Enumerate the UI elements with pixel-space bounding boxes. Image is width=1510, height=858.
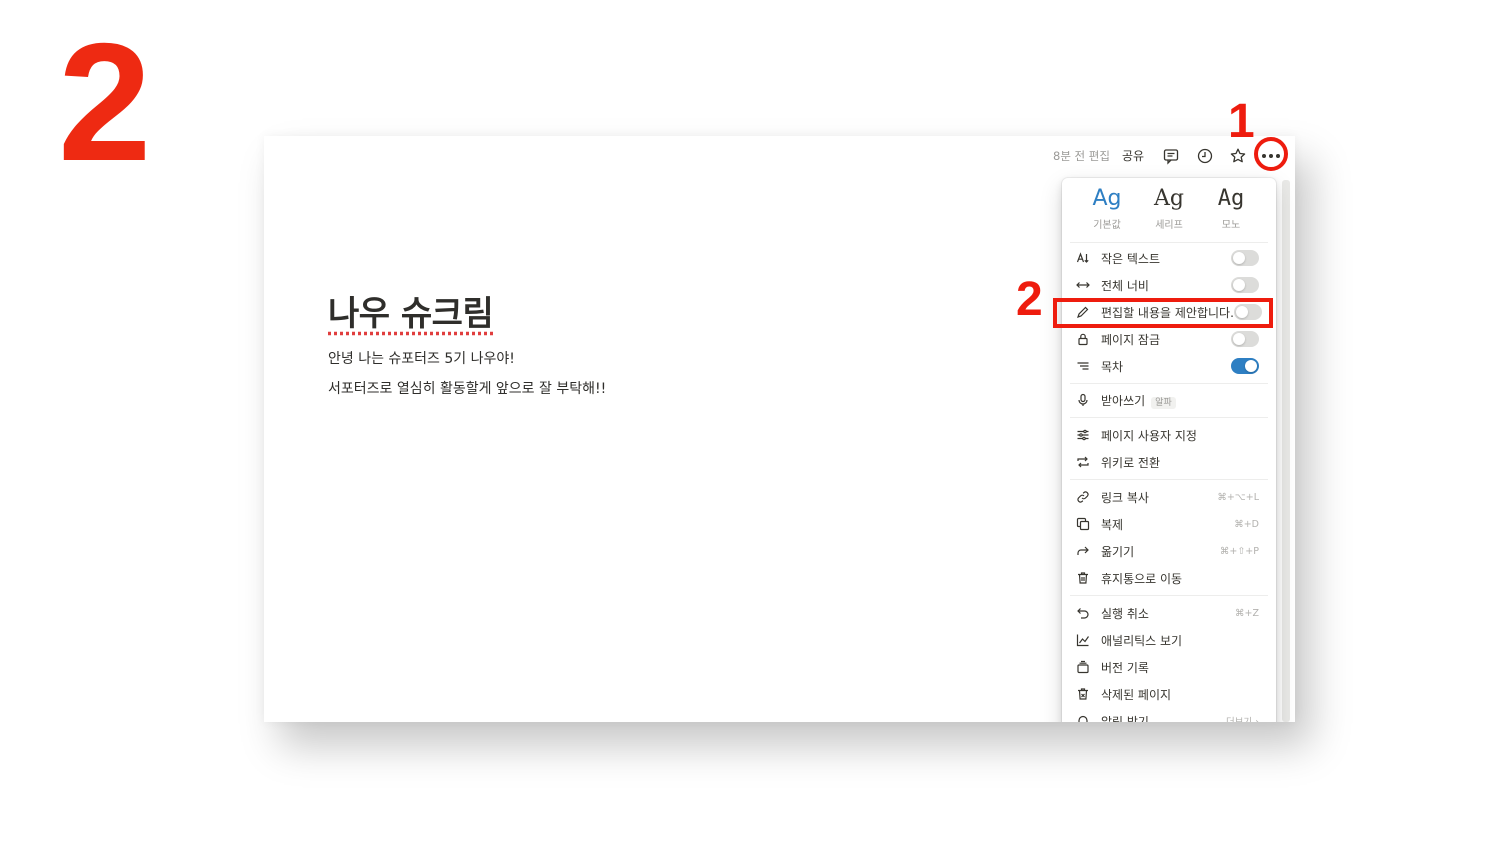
callout-number-2: 2 xyxy=(1016,273,1043,326)
menu-item-duplicate[interactable]: 복제 ⌘+D xyxy=(1062,511,1276,537)
menu-item-small-text[interactable]: 작은 텍스트 xyxy=(1062,245,1276,271)
menu-item-label: 페이지 사용자 지정 xyxy=(1101,428,1197,443)
menu-item-full-width[interactable]: 전체 너비 xyxy=(1062,272,1276,298)
menu-item-label: 알림 받기 xyxy=(1101,714,1149,723)
font-option-serif[interactable]: Ag 세리프 xyxy=(1143,184,1195,240)
menu-divider xyxy=(1070,595,1268,596)
more-button-highlight-ring xyxy=(1254,137,1288,171)
more-options-link[interactable]: 더보기 › xyxy=(1226,714,1259,722)
menu-item-label: 작은 텍스트 xyxy=(1101,251,1161,266)
menu-item-undo[interactable]: 실행 취소 ⌘+Z xyxy=(1062,600,1276,626)
page-lock-toggle[interactable] xyxy=(1231,331,1259,347)
menu-item-move-to-trash[interactable]: 휴지통으로 이동 xyxy=(1062,565,1276,591)
menu-item-convert-wiki[interactable]: 위키로 전환 xyxy=(1062,449,1276,475)
analytics-icon xyxy=(1075,632,1091,648)
lock-icon xyxy=(1075,331,1091,347)
menu-item-page-lock[interactable]: 페이지 잠금 xyxy=(1062,326,1276,352)
small-text-toggle[interactable] xyxy=(1231,250,1259,266)
deleted-pages-icon xyxy=(1075,686,1091,702)
step-number: 2 xyxy=(58,8,152,196)
menu-item-label: 목차 xyxy=(1101,359,1124,374)
table-of-contents-icon xyxy=(1075,358,1091,374)
notion-window: 8분 전 편집 공유 나우 슈크림 안녕 나는 슈포터즈 5기 나우야! 서포터… xyxy=(264,136,1295,722)
page-title[interactable]: 나우 슈크림 xyxy=(328,286,494,335)
full-width-toggle[interactable] xyxy=(1231,277,1259,293)
page-text-line[interactable]: 서포터즈로 열심히 활동할게 앞으로 잘 부탁해!! xyxy=(328,378,606,398)
menu-divider xyxy=(1070,242,1268,243)
duplicate-icon xyxy=(1075,516,1091,532)
menu-item-label: 삭제된 페이지 xyxy=(1101,687,1172,702)
font-label: 기본값 xyxy=(1093,220,1121,231)
callout-number-1: 1 xyxy=(1228,95,1255,148)
history-icon[interactable] xyxy=(1196,147,1214,165)
menu-item-customize-page[interactable]: 페이지 사용자 지정 xyxy=(1062,422,1276,448)
menu-item-label: 실행 취소 xyxy=(1101,606,1149,621)
shortcut-hint: ⌘+⌥+L xyxy=(1217,491,1259,503)
menu-item-move[interactable]: 옮기기 ⌘+⇧+P xyxy=(1062,538,1276,564)
full-width-icon xyxy=(1075,277,1091,293)
move-arrow-icon xyxy=(1075,543,1091,559)
shortcut-hint: ⌘+⇧+P xyxy=(1219,545,1259,557)
menu-item-label: 복제 xyxy=(1101,517,1124,532)
menu-item-label: 페이지 잠금 xyxy=(1101,332,1161,347)
menu-item-notifications[interactable]: 알림 받기 더보기 › xyxy=(1062,708,1276,722)
bell-icon xyxy=(1075,713,1091,722)
page-options-menu: Ag 기본값 Ag 세리프 Ag 모노 작은 텍스트 전체 너비 편집할 내용을… xyxy=(1062,178,1276,722)
menu-item-label: 받아쓰기 알파 xyxy=(1101,392,1259,409)
version-history-icon xyxy=(1075,659,1091,675)
alpha-badge: 알파 xyxy=(1151,396,1176,409)
menu-item-label: 위키로 전환 xyxy=(1101,455,1161,470)
suggest-edits-highlight-box xyxy=(1053,298,1273,328)
menu-item-label: 버전 기록 xyxy=(1101,660,1149,675)
font-label: 모노 xyxy=(1221,220,1241,231)
font-option-mono[interactable]: Ag 모노 xyxy=(1205,184,1257,240)
shortcut-hint: ⌘+Z xyxy=(1235,607,1259,619)
menu-divider xyxy=(1070,417,1268,418)
menu-item-table-of-contents[interactable]: 목차 xyxy=(1062,353,1276,379)
menu-item-version-history[interactable]: 버전 기록 xyxy=(1062,654,1276,680)
menu-item-label: 휴지통으로 이동 xyxy=(1101,571,1183,586)
trash-icon xyxy=(1075,570,1091,586)
font-selector: Ag 기본값 Ag 세리프 Ag 모노 xyxy=(1062,184,1276,240)
menu-item-label: 애널리틱스 보기 xyxy=(1101,633,1183,648)
small-text-icon xyxy=(1075,250,1091,266)
menu-divider xyxy=(1070,479,1268,480)
page-text-line[interactable]: 안녕 나는 슈포터즈 5기 나우야! xyxy=(328,348,515,368)
font-option-default[interactable]: Ag 기본값 xyxy=(1081,184,1133,240)
star-icon[interactable] xyxy=(1229,147,1247,165)
last-edited-text: 8분 전 편집 xyxy=(1053,149,1110,163)
share-button[interactable]: 공유 xyxy=(1122,147,1144,164)
font-sample: Ag xyxy=(1092,186,1122,211)
font-sample: Ag xyxy=(1217,186,1245,211)
convert-icon xyxy=(1075,454,1091,470)
menu-item-deleted-pages[interactable]: 삭제된 페이지 xyxy=(1062,681,1276,707)
menu-item-dictation[interactable]: 받아쓰기 알파 xyxy=(1062,387,1276,413)
menu-item-label: 전체 너비 xyxy=(1101,278,1149,293)
font-label: 세리프 xyxy=(1155,220,1183,231)
table-of-contents-toggle[interactable] xyxy=(1231,358,1259,374)
menu-divider xyxy=(1070,383,1268,384)
shortcut-hint: ⌘+D xyxy=(1234,518,1259,530)
microphone-icon xyxy=(1075,392,1091,408)
sliders-icon xyxy=(1075,427,1091,443)
menu-item-label: 링크 복사 xyxy=(1101,490,1149,505)
menu-item-label: 옮기기 xyxy=(1101,544,1135,559)
link-icon xyxy=(1075,489,1091,505)
scrollbar[interactable] xyxy=(1282,180,1290,722)
topbar: 8분 전 편집 공유 xyxy=(264,136,1295,176)
menu-item-copy-link[interactable]: 링크 복사 ⌘+⌥+L xyxy=(1062,484,1276,510)
font-sample: Ag xyxy=(1154,186,1184,211)
dictation-label: 받아쓰기 xyxy=(1101,393,1146,408)
undo-icon xyxy=(1075,605,1091,621)
comment-icon[interactable] xyxy=(1162,147,1180,165)
menu-item-analytics[interactable]: 애널리틱스 보기 xyxy=(1062,627,1276,653)
